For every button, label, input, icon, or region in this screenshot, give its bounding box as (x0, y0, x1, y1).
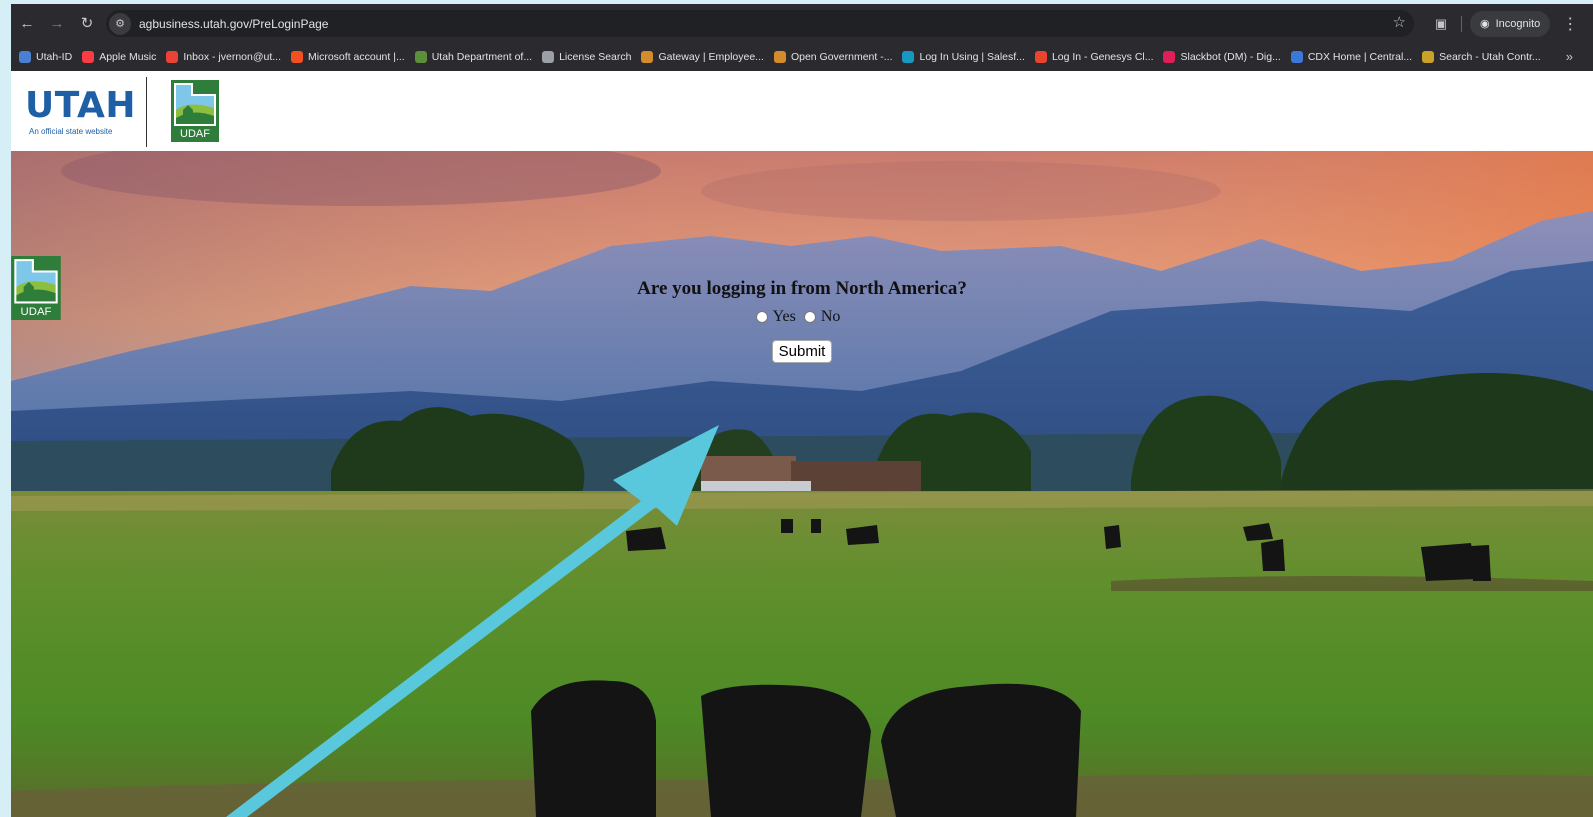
back-icon[interactable]: ← (13, 9, 41, 37)
no-radio[interactable] (803, 311, 816, 323)
bookmark-label: Gateway | Employee... (658, 50, 764, 63)
bookmark-item[interactable]: Search - Utah Contr... (1422, 50, 1541, 63)
udaf-header-logo-text: UDAF (180, 128, 210, 140)
bookmarks-bar: Utah-ID Apple Music Inbox - jvernon@ut..… (11, 42, 1593, 71)
address-bar[interactable]: ⚙ agbusiness.utah.gov/PreLoginPage ☆ (106, 10, 1414, 37)
tab-search-icon[interactable]: ▣ (1429, 16, 1453, 32)
site-header: UTAH An official state website UDAF (11, 71, 1593, 151)
bookmark-star-icon[interactable]: ☆ (1393, 13, 1406, 31)
bookmark-item[interactable]: Slackbot (DM) - Dig... (1163, 50, 1281, 63)
bookmark-item[interactable]: Utah-ID (19, 50, 73, 63)
incognito-icon: ◉ (1480, 18, 1490, 30)
bookmark-favicon-icon (1163, 50, 1176, 63)
yes-radio[interactable] (755, 311, 768, 323)
region-question: Are you logging in from North America? (637, 278, 967, 299)
bookmark-label: Utah Department of... (431, 50, 533, 63)
bookmark-favicon-icon (291, 50, 304, 63)
bookmark-favicon-icon (902, 50, 915, 63)
submit-button[interactable]: Submit (771, 340, 833, 363)
web-page: UTAH An official state website UDAF UDAF… (11, 71, 1593, 817)
udaf-form-logo-text: UDAF (21, 306, 52, 318)
bookmark-item[interactable]: License Search (542, 50, 632, 63)
toolbar-divider (1461, 15, 1462, 32)
region-radio-group: Yes No (11, 308, 1593, 326)
bookmark-item[interactable]: CDX Home | Central... (1290, 50, 1413, 63)
utah-logo-subtitle: An official state website (29, 127, 113, 136)
incognito-badge[interactable]: ◉ Incognito (1470, 10, 1551, 37)
bookmark-favicon-icon (773, 50, 786, 63)
bookmark-label: License Search (559, 50, 632, 63)
udaf-header-logo[interactable]: UDAF (171, 80, 219, 142)
bookmark-favicon-icon (641, 50, 654, 63)
bookmark-favicon-icon (414, 50, 427, 63)
bookmark-favicon-icon (1290, 50, 1303, 63)
browser-window: ← → ↻ ⚙ agbusiness.utah.gov/PreLoginPage… (11, 4, 1593, 817)
bookmark-item[interactable]: Gateway | Employee... (641, 50, 764, 63)
incognito-label: Incognito (1495, 17, 1541, 30)
bookmark-label: Log In Using | Salesf... (919, 50, 1025, 63)
utah-logo-word: UTAH (25, 85, 136, 126)
bookmarks-overflow-icon[interactable]: » (1566, 49, 1573, 64)
bookmark-label: Log In - Genesys Cl... (1051, 50, 1154, 63)
bookmark-favicon-icon (82, 50, 95, 63)
bookmark-item[interactable]: Utah Department of... (414, 50, 533, 63)
bookmark-favicon-icon (1422, 50, 1435, 63)
site-info-icon[interactable]: ⚙ (109, 12, 131, 35)
bookmark-label: Search - Utah Contr... (1439, 50, 1541, 63)
bookmark-label: Apple Music (99, 50, 157, 63)
bookmark-favicon-icon (542, 50, 555, 63)
header-divider (146, 77, 147, 147)
browser-menu-icon[interactable]: ⋮ (1562, 14, 1578, 34)
bookmark-favicon-icon (19, 50, 31, 63)
prelogin-form: UDAF Are you logging in from North Ameri… (11, 256, 1593, 363)
bookmark-item[interactable]: Open Government -... (773, 50, 893, 63)
bookmark-label: CDX Home | Central... (1307, 50, 1413, 63)
reload-icon[interactable]: ↻ (73, 9, 101, 37)
utah-logo[interactable]: UTAH An official state website (25, 85, 136, 137)
url-text[interactable]: agbusiness.utah.gov/PreLoginPage (139, 17, 328, 31)
bookmark-label: Slackbot (DM) - Dig... (1180, 50, 1281, 63)
forward-icon[interactable]: → (43, 9, 71, 37)
bookmark-item[interactable]: Log In Using | Salesf... (902, 50, 1025, 63)
yes-label[interactable]: Yes (773, 308, 796, 326)
ranch-landscape-image (11, 151, 1593, 817)
bookmark-item[interactable]: Microsoft account |... (291, 50, 405, 63)
browser-toolbar: ← → ↻ ⚙ agbusiness.utah.gov/PreLoginPage… (11, 4, 1593, 42)
bookmark-label: Microsoft account |... (308, 50, 405, 63)
hero-background: UDAF Are you logging in from North Ameri… (11, 151, 1593, 817)
bookmark-item[interactable]: Log In - Genesys Cl... (1034, 50, 1154, 63)
bookmark-label: Inbox - jvernon@ut... (183, 50, 282, 63)
bookmark-favicon-icon (1034, 50, 1047, 63)
bookmark-favicon-icon (166, 50, 179, 63)
bookmark-item[interactable]: Apple Music (82, 50, 157, 63)
bookmark-label: Open Government -... (790, 50, 893, 63)
no-label[interactable]: No (821, 308, 841, 326)
bookmark-item[interactable]: Inbox - jvernon@ut... (166, 50, 282, 63)
bookmark-label: Utah-ID (36, 50, 73, 63)
udaf-form-logo: UDAF (11, 256, 61, 320)
